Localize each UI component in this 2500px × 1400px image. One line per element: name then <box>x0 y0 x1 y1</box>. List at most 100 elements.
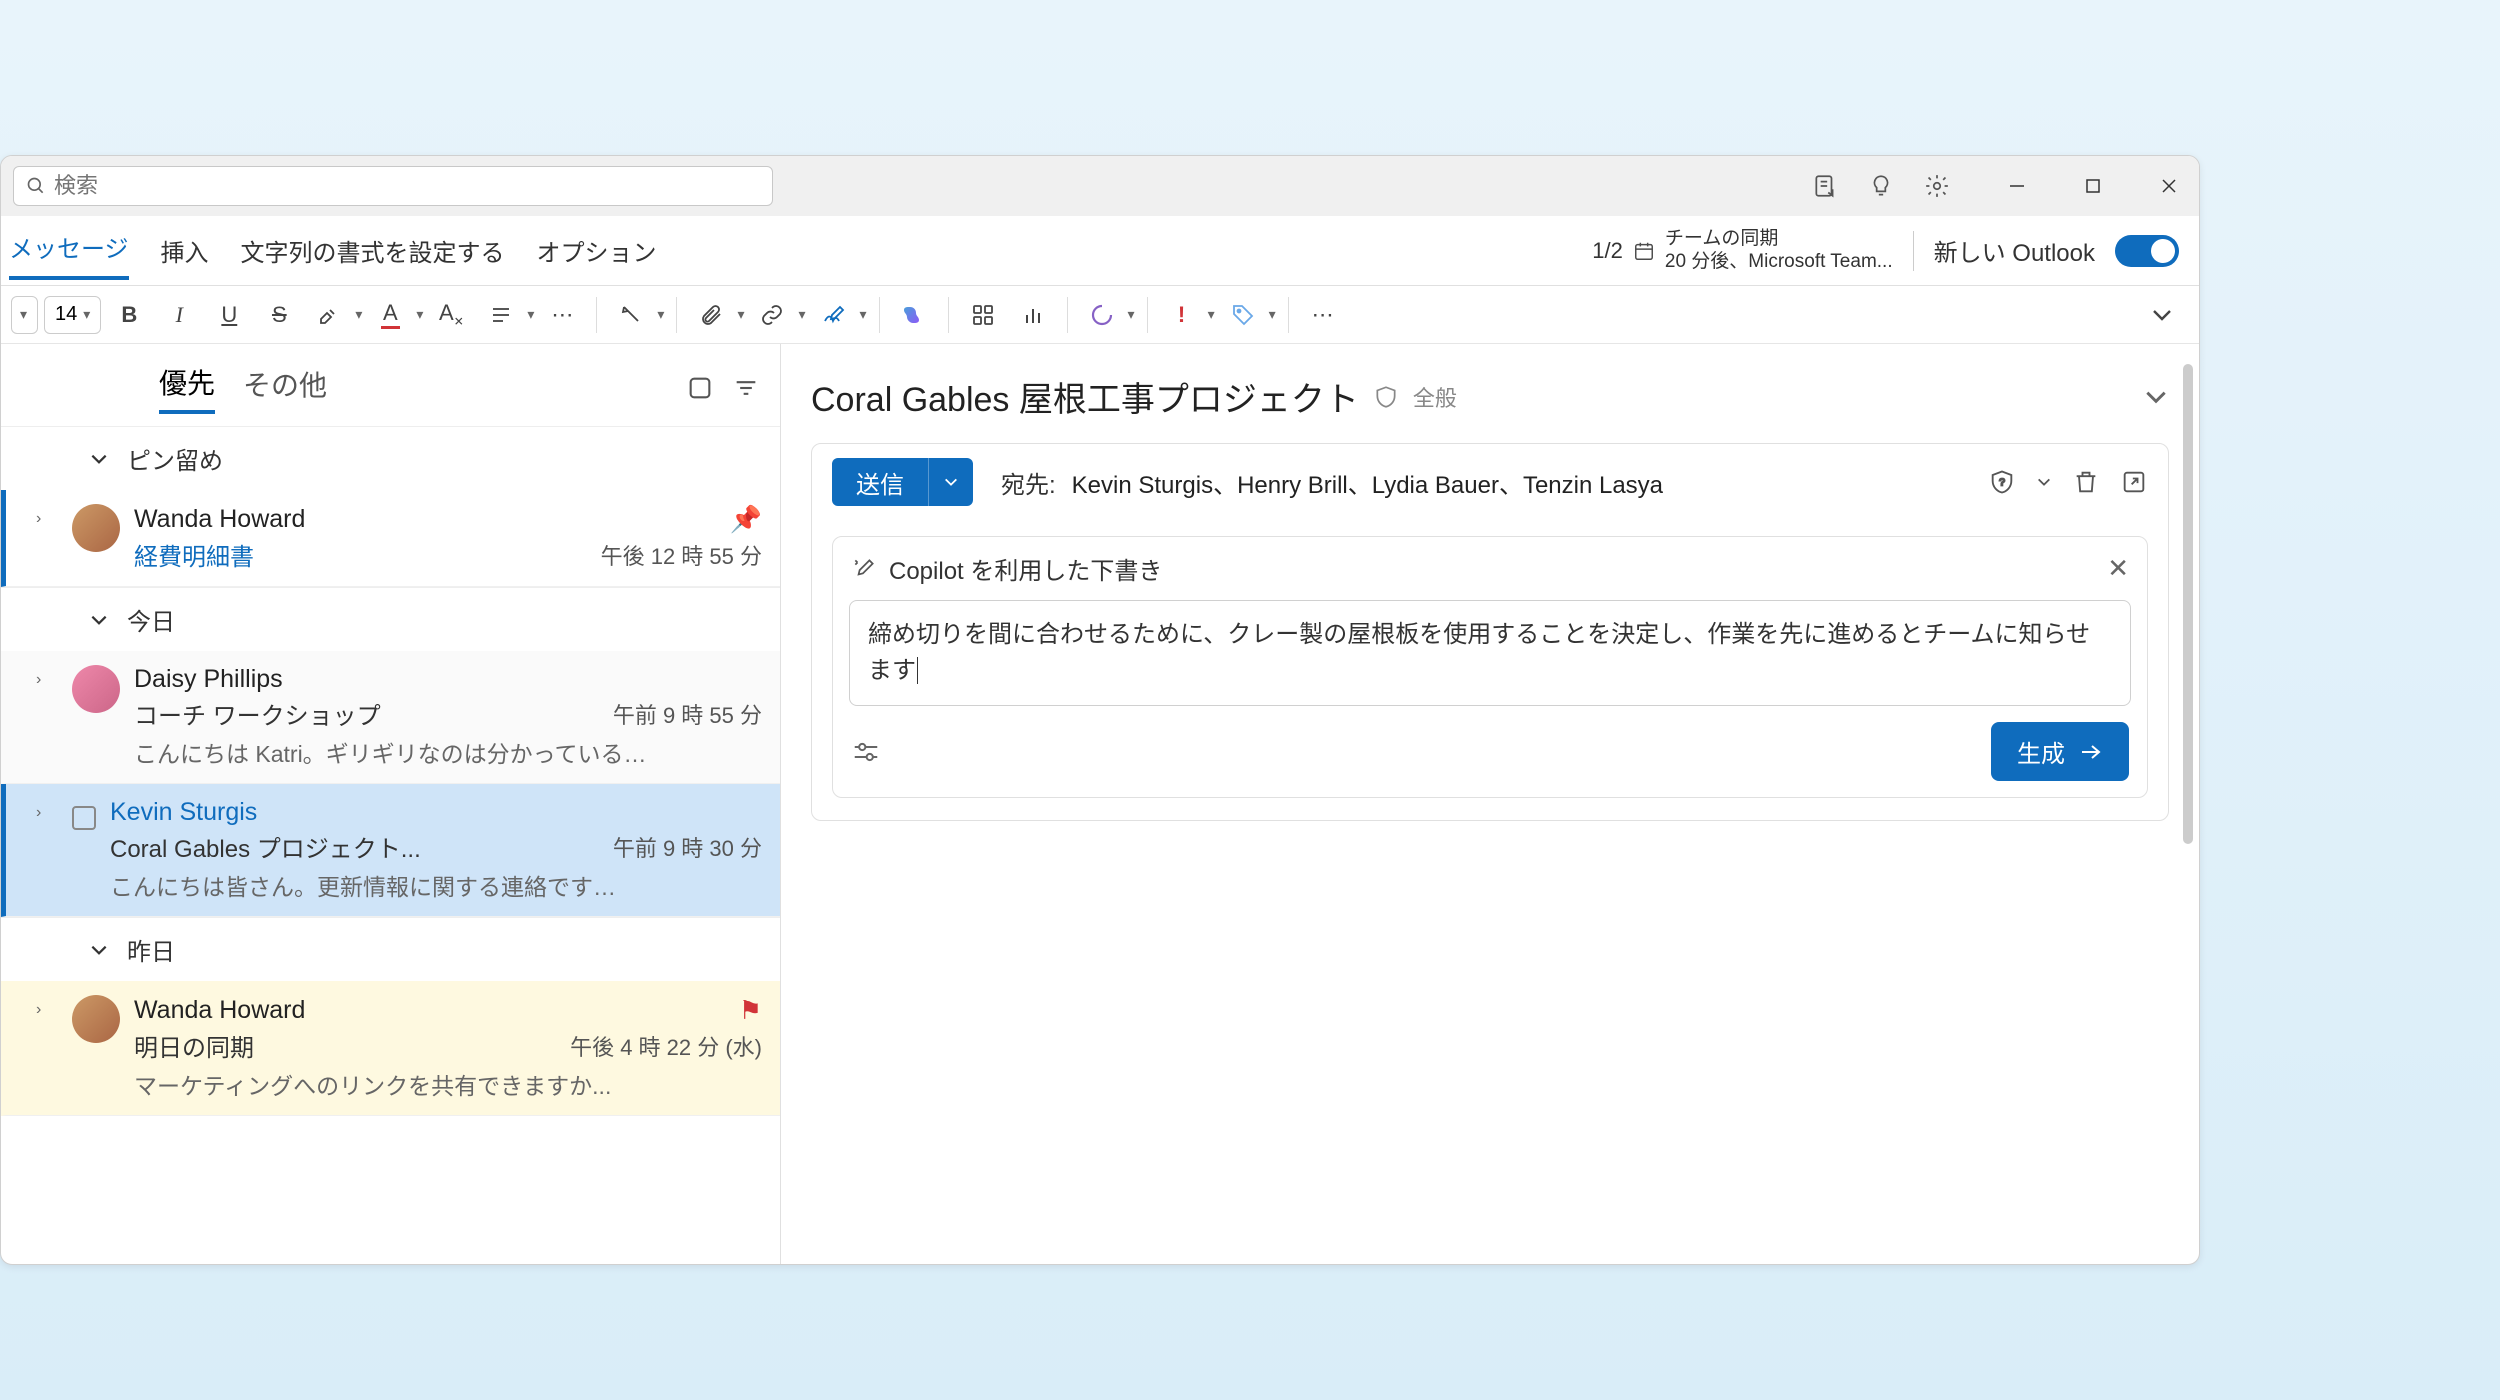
message-item[interactable]: › Daisy Phillips コーチ ワークショップ午前 9 時 55 分 … <box>1 651 780 784</box>
message-subject: 経費明細書 <box>134 537 254 572</box>
font-family-select[interactable]: ▾ <box>11 296 38 334</box>
chevron-down-icon: ▾ <box>355 306 362 323</box>
scrollbar[interactable] <box>2183 364 2193 844</box>
meeting-widget[interactable]: 1/2 チームの同期 20 分後、Microsoft Team... <box>1592 228 1892 274</box>
tab-focused[interactable]: 優先 <box>159 362 215 414</box>
copilot-prompt-input[interactable]: 締め切りを間に合わせるために、クレー製の屋根板を使用することを決定し、作業を先に… <box>849 600 2131 706</box>
chevron-down-icon[interactable] <box>2036 468 2052 496</box>
tab-format-text[interactable]: 文字列の書式を設定する <box>241 225 505 276</box>
tag-button[interactable] <box>1221 293 1265 337</box>
chevron-down-icon: ▾ <box>83 306 90 323</box>
poll-button[interactable] <box>1011 293 1055 337</box>
message-item[interactable]: › Kevin Sturgis Coral Gables プロジェクト...午前… <box>1 784 780 917</box>
encrypt-icon[interactable]: ? <box>1988 468 2016 496</box>
layout-icon[interactable] <box>686 374 714 402</box>
message-item[interactable]: › Wanda Howard⚑ 明日の同期午後 4 時 22 分 (水) マーケ… <box>1 981 780 1116</box>
expand-chevron-icon[interactable]: › <box>36 995 58 1101</box>
message-list: 優先 その他 ピン留め › Wanda Howard📌 経費明細書午後 12 時… <box>1 344 781 1264</box>
meeting-count: 1/2 <box>1592 238 1623 264</box>
message-body: Wanda Howard⚑ 明日の同期午後 4 時 22 分 (水) マーケティ… <box>134 995 762 1101</box>
apps-button[interactable] <box>961 293 1005 337</box>
separator <box>1147 297 1148 333</box>
message-time: 午前 9 時 55 分 <box>603 698 762 730</box>
signature-button[interactable] <box>812 293 856 337</box>
bold-button[interactable]: B <box>107 293 151 337</box>
to-label: 宛先: <box>1001 465 1056 500</box>
tab-insert[interactable]: 挿入 <box>161 225 209 276</box>
flag-icon[interactable]: ⚑ <box>739 995 762 1026</box>
copilot-header: Copilot を利用した下書き ✕ <box>833 537 2147 600</box>
search-box[interactable] <box>13 166 773 206</box>
font-color-button[interactable]: A <box>368 293 412 337</box>
italic-button[interactable]: I <box>157 293 201 337</box>
minimize-button[interactable] <box>1999 168 2035 204</box>
calendar-icon <box>1633 240 1655 262</box>
copilot-close-button[interactable]: ✕ <box>2107 553 2129 584</box>
new-outlook-toggle[interactable] <box>2115 235 2179 267</box>
message-sender: Wanda Howard <box>134 996 305 1025</box>
chevron-down-icon: ▾ <box>527 306 534 323</box>
message-sender: Daisy Phillips <box>134 665 283 694</box>
sync-title: チームの同期 <box>1665 228 1893 251</box>
font-size-select[interactable]: 14 ▾ <box>44 296 101 334</box>
settings-icon[interactable] <box>1923 172 1951 200</box>
chevron-down-icon: ▾ <box>416 306 423 323</box>
chevron-down-icon <box>89 940 109 960</box>
message-time: 午後 4 時 22 分 (水) <box>560 1030 762 1062</box>
format-toolbar: ▾ 14 ▾ B I U S ▾ A▾ A✕ ▾ ⋯ ▾ ▾ ▾ ▾ ▾ !▾ … <box>1 286 2199 344</box>
to-recipients[interactable]: Kevin Sturgis、Henry Brill、Lydia Bauer、Te… <box>1072 465 1663 500</box>
list-header: 優先 その他 <box>1 344 780 426</box>
ribbon-expand-button[interactable] <box>2145 293 2189 337</box>
popout-icon[interactable] <box>2120 468 2148 496</box>
separator <box>676 297 677 333</box>
more-format-button[interactable]: ⋯ <box>540 293 584 337</box>
chevron-down-icon <box>89 449 109 469</box>
expand-chevron-icon[interactable]: › <box>36 798 58 902</box>
section-pinned[interactable]: ピン留め <box>1 426 780 490</box>
tab-message[interactable]: メッセージ <box>9 221 129 280</box>
thread-classification: 全般 <box>1413 381 1457 413</box>
section-yesterday[interactable]: 昨日 <box>1 917 780 981</box>
chevron-down-icon: ▾ <box>1128 306 1135 323</box>
styles-button[interactable] <box>609 293 653 337</box>
send-button[interactable]: 送信 <box>832 458 973 506</box>
expand-chevron-icon[interactable]: › <box>36 504 58 572</box>
tab-other[interactable]: その他 <box>243 364 327 412</box>
close-button[interactable] <box>2151 168 2187 204</box>
avatar <box>72 665 120 713</box>
copilot-title: Copilot を利用した下書き <box>889 551 1162 586</box>
generate-button[interactable]: 生成 <box>1991 722 2129 781</box>
attach-button[interactable] <box>689 293 733 337</box>
expand-chevron-icon[interactable]: › <box>36 665 58 769</box>
clear-format-button[interactable]: A✕ <box>429 293 473 337</box>
underline-button[interactable]: U <box>207 293 251 337</box>
filter-icon[interactable] <box>732 374 760 402</box>
highlight-button[interactable] <box>307 293 351 337</box>
message-item[interactable]: › Wanda Howard📌 経費明細書午後 12 時 55 分 <box>1 490 780 587</box>
compose-header: 送信 宛先: Kevin Sturgis、Henry Brill、Lydia B… <box>812 444 2168 520</box>
strikethrough-button[interactable]: S <box>257 293 301 337</box>
importance-button[interactable]: ! <box>1160 293 1204 337</box>
message-preview: こんにちは皆さん。更新情報に関する連絡です… <box>110 868 762 902</box>
discard-icon[interactable] <box>2072 468 2100 496</box>
send-button-dropdown[interactable] <box>929 458 973 506</box>
copilot-panel: Copilot を利用した下書き ✕ 締め切りを間に合わせるために、クレー製の屋… <box>832 536 2148 798</box>
notes-icon[interactable] <box>1811 172 1839 200</box>
loop-button[interactable] <box>1080 293 1124 337</box>
chevron-down-icon[interactable] <box>2143 384 2169 410</box>
compose-header-actions: ? <box>1988 468 2148 496</box>
pin-icon[interactable]: 📌 <box>730 504 762 535</box>
send-button-main[interactable]: 送信 <box>832 458 929 506</box>
copilot-toolbar-button[interactable] <box>892 293 936 337</box>
search-input[interactable] <box>54 173 760 199</box>
more-button[interactable]: ⋯ <box>1301 293 1345 337</box>
tips-icon[interactable] <box>1867 172 1895 200</box>
tab-options[interactable]: オプション <box>537 225 657 276</box>
paragraph-button[interactable] <box>479 293 523 337</box>
message-checkbox[interactable] <box>72 806 96 830</box>
message-subject: Coral Gables プロジェクト... <box>110 829 421 864</box>
adjust-icon[interactable] <box>851 740 881 764</box>
link-button[interactable] <box>750 293 794 337</box>
maximize-button[interactable] <box>2075 168 2111 204</box>
section-today[interactable]: 今日 <box>1 587 780 651</box>
